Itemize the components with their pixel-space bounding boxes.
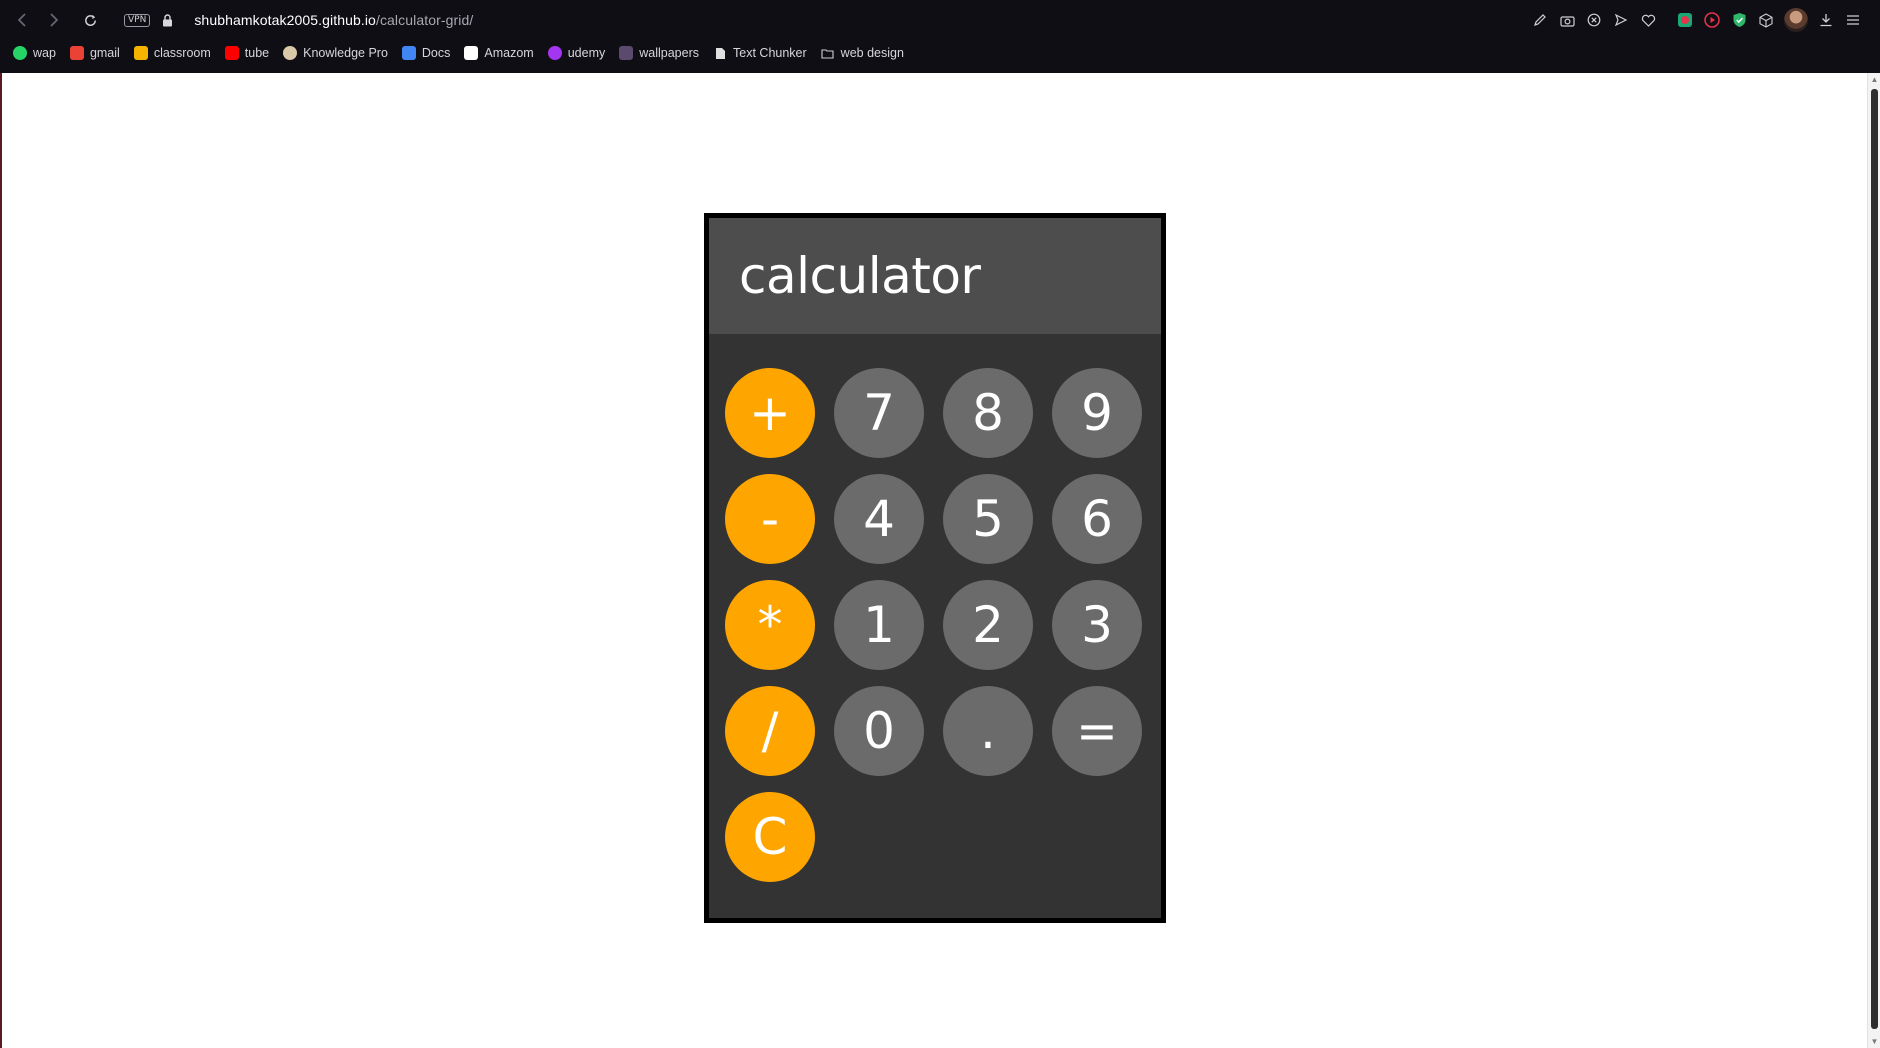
url-path: /calculator-grid/: [375, 12, 474, 28]
bookmark-gmail[interactable]: gmail: [69, 46, 120, 60]
bookmark-web-design[interactable]: web design: [821, 46, 904, 60]
bookmark-wallpapers[interactable]: wallpapers: [619, 46, 699, 60]
extension-green-icon[interactable]: [1676, 11, 1694, 29]
bookmark-label: gmail: [89, 46, 120, 60]
back-icon[interactable]: [6, 4, 38, 36]
download-icon[interactable]: [1817, 11, 1835, 29]
key-digit-4-button[interactable]: 4: [834, 474, 924, 564]
key-decimal-button[interactable]: .: [943, 686, 1033, 776]
key-minus-button[interactable]: -: [725, 474, 815, 564]
key-plus-button[interactable]: +: [725, 368, 815, 458]
vpn-badge[interactable]: VPN: [124, 13, 151, 27]
folder-icon: [821, 46, 835, 60]
bookmarks-bar: wap gmail classroom tube Knowledge Pro Docs Am…: [0, 42, 918, 64]
key-multiply-button[interactable]: *: [725, 580, 815, 670]
udemy-icon: [547, 46, 562, 60]
bookmark-label: Docs: [421, 46, 451, 60]
bookmark-text-chunker[interactable]: Text Chunker: [713, 46, 807, 60]
knowledge-pro-icon: [283, 46, 298, 60]
scroll-up-icon[interactable]: ▲: [1870, 75, 1879, 84]
key-digit-6-button[interactable]: 6: [1052, 474, 1142, 564]
shield-icon[interactable]: [1730, 11, 1748, 29]
scroll-thumb[interactable]: [1871, 89, 1878, 1029]
key-digit-5-button[interactable]: 5: [943, 474, 1033, 564]
key-clear-button[interactable]: C: [725, 792, 815, 882]
close-circle-icon[interactable]: [1585, 11, 1603, 29]
bookmark-knowledge-pro[interactable]: Knowledge Pro: [283, 46, 388, 60]
scroll-down-icon[interactable]: ▼: [1870, 1037, 1879, 1046]
vertical-scrollbar[interactable]: ▲ ▼: [1867, 73, 1880, 1048]
url-text[interactable]: shubhamkotak2005.github.io/calculator-gr…: [194, 12, 473, 28]
bookmark-label: wap: [33, 46, 56, 60]
key-equals-button[interactable]: =: [1052, 686, 1142, 776]
gmail-icon: [69, 46, 84, 60]
camera-icon[interactable]: [1558, 11, 1576, 29]
extension-play-icon[interactable]: [1703, 11, 1721, 29]
bookmark-label: Amazom: [484, 46, 534, 60]
cube-icon[interactable]: [1757, 11, 1775, 29]
display-text: calculator: [739, 247, 981, 305]
bookmark-docs[interactable]: Docs: [401, 46, 451, 60]
menu-icon[interactable]: [1844, 11, 1862, 29]
classroom-icon: [133, 46, 148, 60]
calculator-body: calculator +7 8 9 -4 5 6 * 1 2 3 /0. = C: [709, 218, 1161, 918]
heart-icon[interactable]: [1639, 11, 1657, 29]
edit-icon[interactable]: [1531, 11, 1549, 29]
page-viewport: calculator +7 8 9 -4 5 6 * 1 2 3 /0. = C ▲ ▼: [0, 73, 1880, 1048]
profile-avatar[interactable]: [1784, 8, 1808, 32]
bookmark-label: udemy: [567, 46, 606, 60]
keypad: +7 8 9 -4 5 6 * 1 2 3 /0. = C: [725, 368, 1142, 882]
key-digit-7-button[interactable]: 7: [834, 368, 924, 458]
reload-icon[interactable]: [74, 4, 106, 36]
calculator: calculator +7 8 9 -4 5 6 * 1 2 3 /0. = C: [704, 213, 1166, 923]
forward-icon[interactable]: [38, 4, 70, 36]
whatsapp-icon: [13, 46, 27, 60]
bookmark-label: classroom: [153, 46, 211, 60]
amazon-icon: [464, 46, 479, 60]
bookmark-tube[interactable]: tube: [224, 46, 270, 60]
url-host: shubhamkotak2005.github.io: [194, 12, 376, 28]
key-digit-2-button[interactable]: 2: [943, 580, 1033, 670]
bookmark-classroom[interactable]: classroom: [133, 46, 211, 60]
bookmark-label: wallpapers: [639, 46, 700, 60]
bookmark-wap[interactable]: wap: [13, 46, 56, 60]
toolbar-right: [1531, 6, 1862, 34]
file-icon: [713, 46, 727, 60]
key-digit-0-button[interactable]: 0: [834, 686, 924, 776]
docs-icon: [401, 46, 416, 60]
key-digit-3-button[interactable]: 3: [1052, 580, 1142, 670]
bookmark-label: Knowledge Pro: [303, 46, 388, 60]
send-icon[interactable]: [1612, 11, 1630, 29]
lock-icon[interactable]: [160, 12, 174, 28]
bookmark-label: tube: [244, 46, 270, 60]
bookmark-amazom[interactable]: Amazom: [464, 46, 534, 60]
key-divide-button[interactable]: /: [725, 686, 815, 776]
browser-chrome: VPN shubhamkotak2005.github.io/calculato…: [0, 0, 1880, 73]
bookmark-label: web design: [840, 46, 904, 60]
key-digit-8-button[interactable]: 8: [943, 368, 1033, 458]
key-digit-1-button[interactable]: 1: [834, 580, 924, 670]
bookmark-label: Text Chunker: [733, 46, 807, 60]
youtube-icon: [224, 46, 239, 60]
wallpapers-icon: [619, 46, 634, 60]
bookmark-udemy[interactable]: udemy: [547, 46, 606, 60]
key-digit-9-button[interactable]: 9: [1052, 368, 1142, 458]
calculator-display: calculator: [709, 218, 1161, 334]
address-bar: VPN shubhamkotak2005.github.io/calculato…: [0, 0, 1880, 40]
